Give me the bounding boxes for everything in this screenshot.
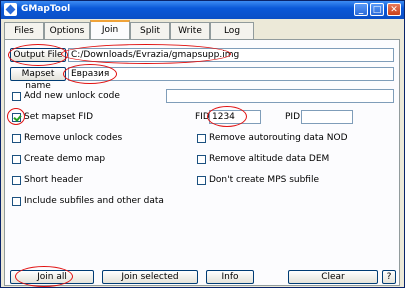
title-bar[interactable]: GMapTool _ □ ✕ <box>1 1 404 19</box>
pid-label: PID <box>285 112 301 122</box>
fid-field[interactable]: 1234 <box>209 110 261 124</box>
tab-log[interactable]: Log <box>210 22 254 39</box>
remove-autorouting-label: Remove autorouting data NOD <box>209 133 348 143</box>
remove-unlock-codes-checkbox[interactable] <box>12 134 21 143</box>
tab-write[interactable]: Write <box>170 22 210 39</box>
mapset-name-label: Mapset name <box>10 67 66 91</box>
add-unlock-code-checkbox[interactable] <box>12 92 21 101</box>
create-demo-map-checkbox[interactable] <box>12 155 21 164</box>
join-selected-button[interactable]: Join selected <box>102 270 198 284</box>
join-panel: Output File C:/Downloads/Evrazia/gmapsup… <box>4 39 400 287</box>
set-mapset-fid-checkbox[interactable] <box>12 113 21 122</box>
info-button[interactable]: Info <box>206 270 254 284</box>
maximize-button[interactable]: □ <box>370 3 384 16</box>
pid-field[interactable] <box>301 110 353 124</box>
output-file-field[interactable]: C:/Downloads/Evrazia/gmapsupp.img <box>68 48 394 62</box>
fid-label: FID <box>195 112 210 122</box>
join-all-button[interactable]: Join all <box>10 270 94 284</box>
tab-files[interactable]: Files <box>4 22 44 39</box>
remove-autorouting-checkbox[interactable] <box>197 134 206 143</box>
short-header-label: Short header <box>24 175 83 185</box>
add-unlock-code-label: Add new unlock code <box>24 91 120 101</box>
remove-altitude-label: Remove altitude data DEM <box>209 154 330 164</box>
tab-join[interactable]: Join <box>90 20 130 40</box>
tab-split[interactable]: Split <box>130 22 170 39</box>
short-header-checkbox[interactable] <box>12 176 21 185</box>
close-button[interactable]: ✕ <box>387 3 401 16</box>
include-subfiles-label: Include subfiles and other data <box>24 196 164 206</box>
minimize-button[interactable]: _ <box>354 3 368 16</box>
app-icon <box>4 3 17 16</box>
unlock-code-field[interactable] <box>166 89 394 103</box>
set-mapset-fid-label: Set mapset FID <box>24 112 94 122</box>
tab-options[interactable]: Options <box>44 22 90 39</box>
mapset-name-field[interactable]: Евразия <box>68 67 394 81</box>
remove-altitude-checkbox[interactable] <box>197 155 206 164</box>
output-file-button[interactable]: Output File <box>10 48 66 62</box>
include-subfiles-checkbox[interactable] <box>12 197 21 206</box>
create-demo-map-label: Create demo map <box>24 154 106 164</box>
window-title: GMapTool <box>21 4 71 14</box>
dont-create-mps-label: Don't create MPS subfile <box>209 175 320 185</box>
remove-unlock-codes-label: Remove unlock codes <box>24 133 123 143</box>
help-button[interactable]: ? <box>382 270 396 284</box>
app-window: GMapTool _ □ ✕ Files Options Join Split … <box>0 0 405 288</box>
clear-button[interactable]: Clear <box>288 270 378 284</box>
dont-create-mps-checkbox[interactable] <box>197 176 206 185</box>
